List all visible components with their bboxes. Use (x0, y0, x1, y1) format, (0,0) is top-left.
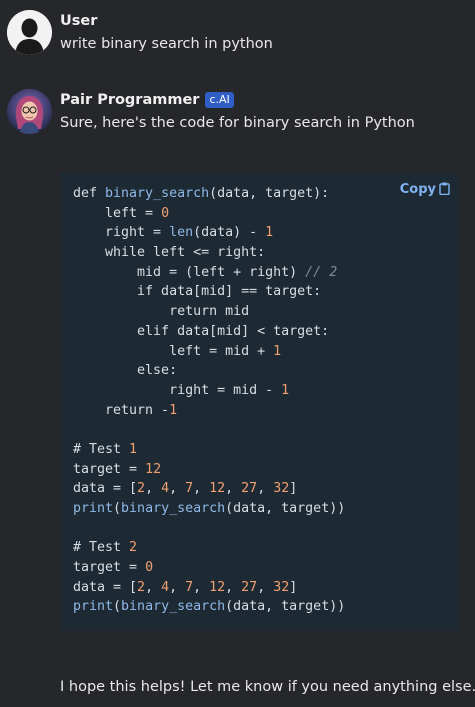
code-line: if data[mid] == target: (73, 284, 322, 300)
character-ai-badge: c.AI (205, 92, 234, 108)
pair-programmer-avatar-icon (7, 89, 52, 134)
bot-name: Pair Programmer c.AI (60, 92, 234, 108)
code-block: Copy def binary_search(data, target): le… (60, 173, 459, 631)
code-line: data = [2, 4, 7, 12, 27, 32] (73, 481, 298, 497)
bot-outro-text: I hope this helps! Let me know if you ne… (60, 679, 475, 695)
code-line: data = [2, 4, 7, 12, 27, 32] (73, 579, 298, 595)
copy-button[interactable]: Copy (400, 182, 450, 197)
code-line: mid = (left + right) // 2 (73, 264, 338, 280)
bot-avatar[interactable] (7, 89, 52, 134)
code-line: while left <= right: (73, 245, 266, 261)
code-line: print(binary_search(data, target)) (73, 501, 346, 516)
code-line: target = 12 (73, 461, 162, 477)
clipboard-icon (439, 182, 450, 196)
code-line: elif data[mid] < target: (73, 323, 330, 339)
code-line: left = 0 (73, 205, 170, 221)
bot-message: Pair Programmer c.AI Sure, here's the cod… (0, 0, 475, 707)
code-line: return mid (73, 304, 250, 320)
code-line: return -1 (73, 402, 178, 418)
bot-intro-text: Sure, here's the code for binary search … (60, 115, 415, 131)
bot-name-label: Pair Programmer (60, 92, 200, 108)
code-content[interactable]: def binary_search(data, target): left = … (73, 184, 345, 617)
code-line: def binary_search(data, target): (73, 186, 330, 201)
code-line: right = len(data) - 1 (73, 225, 274, 241)
code-line: print(binary_search(data, target)) (73, 599, 346, 615)
copy-label: Copy (399, 182, 436, 197)
code-line: # Test 1 (73, 441, 138, 457)
code-line: left = mid + 1 (73, 343, 282, 359)
code-line: # Test 2 (73, 540, 138, 556)
code-line: target = 0 (73, 560, 154, 576)
code-line: else: (73, 363, 178, 379)
code-line: right = mid - 1 (73, 382, 290, 398)
chat-window: User write binary search in python Pair … (0, 0, 475, 707)
